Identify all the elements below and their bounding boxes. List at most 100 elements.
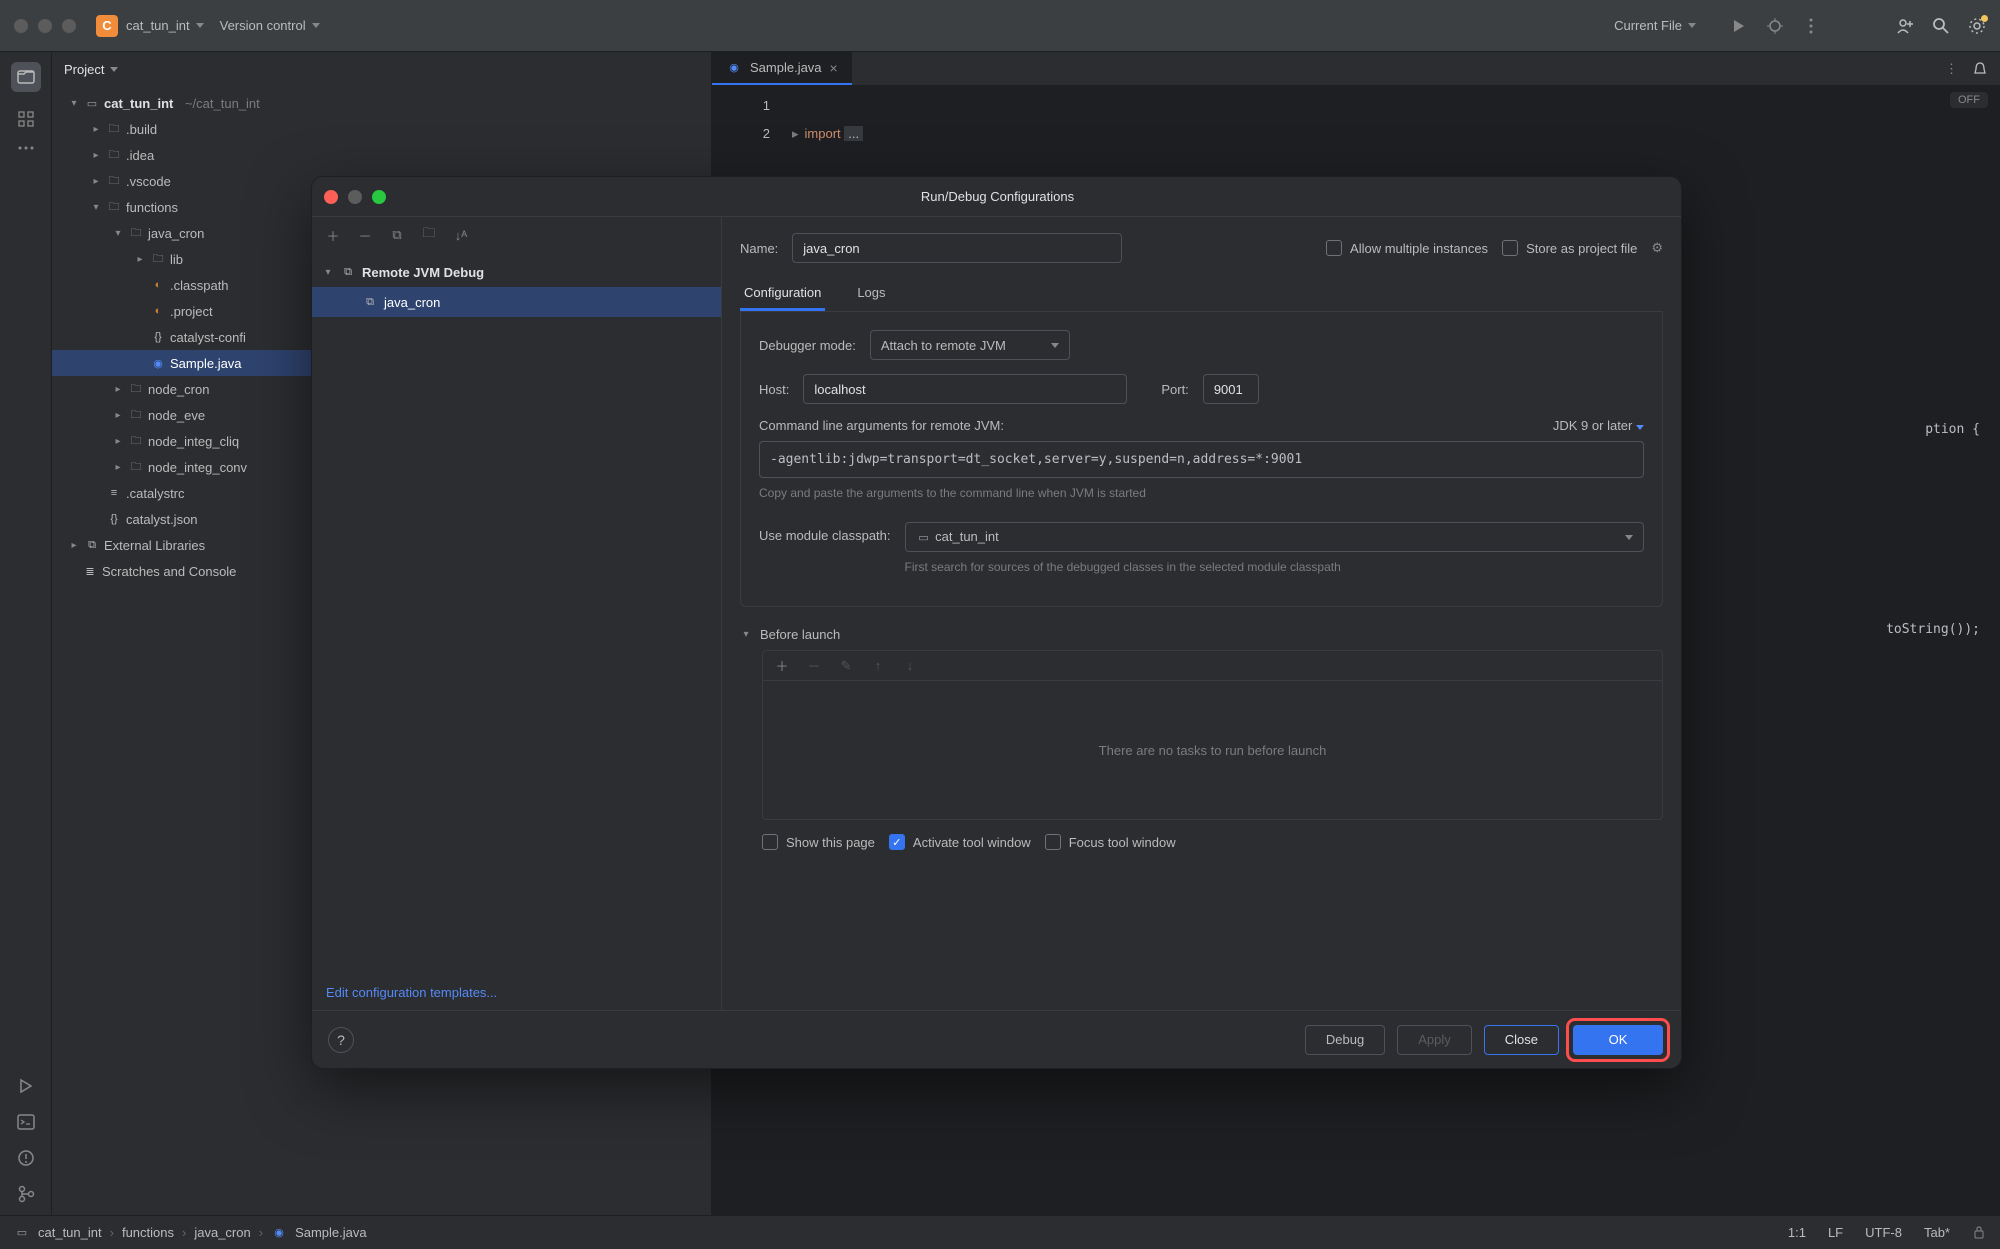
java-class-icon: ◉ bbox=[726, 60, 742, 76]
caret-pos[interactable]: 1:1 bbox=[1788, 1225, 1806, 1240]
before-remove-icon[interactable]: － bbox=[805, 657, 823, 675]
activate-tool-checkbox[interactable]: ✓Activate tool window bbox=[889, 834, 1031, 850]
before-add-icon[interactable]: ＋ bbox=[773, 657, 791, 675]
project-tool-icon[interactable] bbox=[11, 62, 41, 92]
editor-tabs: ◉ Sample.java × ⋮ bbox=[712, 52, 2000, 86]
dialog-sidebar: ＋ － ⧉ 🗀 ↓ᴬ ▾⧉Remote JVM Debug ⧉java_cron… bbox=[312, 217, 722, 1010]
config-group[interactable]: ▾⧉Remote JVM Debug bbox=[312, 257, 721, 287]
run-debug-dialog: Run/Debug Configurations ＋ － ⧉ 🗀 ↓ᴬ ▾⧉Re… bbox=[311, 176, 1682, 1069]
inspections-off[interactable]: OFF bbox=[1950, 92, 1988, 108]
cmd-textarea[interactable]: -agentlib:jdwp=transport=dt_socket,serve… bbox=[759, 441, 1644, 478]
zoom-window-dot[interactable] bbox=[62, 19, 76, 33]
terminal-tool-icon[interactable] bbox=[17, 1113, 35, 1131]
port-input[interactable] bbox=[1203, 374, 1259, 404]
classpath-select[interactable]: ▭ cat_tun_int bbox=[905, 522, 1644, 552]
current-file-label: Current File bbox=[1614, 18, 1682, 33]
config-item-java-cron[interactable]: ⧉java_cron bbox=[312, 287, 721, 317]
more-tool-icon[interactable] bbox=[17, 146, 35, 150]
jdk-link[interactable]: JDK 9 or later bbox=[1553, 418, 1644, 433]
vcs-label: Version control bbox=[220, 18, 306, 33]
copy-config-icon[interactable]: ⧉ bbox=[388, 226, 406, 244]
project-badge: C bbox=[96, 15, 118, 37]
debugger-mode-select[interactable]: Attach to remote JVM bbox=[870, 330, 1070, 360]
notifications-icon[interactable] bbox=[1972, 61, 1988, 77]
left-gutter bbox=[0, 52, 52, 1215]
dialog-close-dot[interactable] bbox=[324, 190, 338, 204]
statusbar: ▭cat_tun_int› functions› java_cron› ◉Sam… bbox=[0, 1215, 2000, 1249]
dialog-titlebar: Run/Debug Configurations bbox=[312, 177, 1681, 217]
chevron-down-icon bbox=[1688, 23, 1696, 28]
host-input[interactable] bbox=[803, 374, 1127, 404]
allow-multi-checkbox[interactable]: Allow multiple instances bbox=[1326, 240, 1488, 256]
tab-configuration[interactable]: Configuration bbox=[740, 277, 825, 311]
line-ending[interactable]: LF bbox=[1828, 1225, 1843, 1240]
dialog-title: Run/Debug Configurations bbox=[386, 189, 1609, 204]
tab-logs[interactable]: Logs bbox=[853, 277, 889, 311]
minimize-window-dot[interactable] bbox=[38, 19, 52, 33]
structure-tool-icon[interactable] bbox=[17, 110, 35, 128]
project-name: cat_tun_int bbox=[126, 18, 190, 33]
run-config-dropdown[interactable]: Current File bbox=[1614, 18, 1696, 33]
tree-root-path: ~/cat_tun_int bbox=[185, 96, 260, 111]
readonly-icon[interactable] bbox=[1972, 1225, 1986, 1240]
ok-button[interactable]: OK bbox=[1573, 1025, 1663, 1055]
more-icon[interactable] bbox=[1802, 17, 1820, 35]
titlebar: C cat_tun_int Version control Current Fi… bbox=[0, 0, 2000, 52]
sidebar-title: Project bbox=[64, 62, 104, 77]
cmd-hint: Copy and paste the arguments to the comm… bbox=[759, 486, 1644, 500]
close-button[interactable]: Close bbox=[1484, 1025, 1559, 1055]
breadcrumb[interactable]: ▭cat_tun_int› functions› java_cron› ◉Sam… bbox=[14, 1225, 367, 1241]
indent[interactable]: Tab* bbox=[1924, 1225, 1950, 1240]
close-tab-icon[interactable]: × bbox=[830, 60, 838, 76]
settings-icon[interactable] bbox=[1968, 17, 1986, 35]
debugger-mode-label: Debugger mode: bbox=[759, 338, 856, 353]
dialog-zoom-dot[interactable] bbox=[372, 190, 386, 204]
help-button[interactable]: ? bbox=[328, 1027, 354, 1053]
sort-config-icon[interactable]: ↓ᴬ bbox=[452, 226, 470, 244]
chevron-down-icon bbox=[312, 23, 320, 28]
encoding[interactable]: UTF-8 bbox=[1865, 1225, 1902, 1240]
add-config-icon[interactable]: ＋ bbox=[324, 226, 342, 244]
tree-root[interactable]: ▾▭cat_tun_int ~/cat_tun_int bbox=[52, 90, 711, 116]
services-tool-icon[interactable] bbox=[17, 1077, 35, 1095]
collaborate-icon[interactable] bbox=[1896, 17, 1914, 35]
debug-button[interactable]: Debug bbox=[1305, 1025, 1385, 1055]
vcs-dropdown[interactable]: Version control bbox=[220, 18, 320, 33]
before-down-icon[interactable]: ↓ bbox=[901, 657, 919, 675]
close-window-dot[interactable] bbox=[14, 19, 28, 33]
problems-tool-icon[interactable] bbox=[17, 1149, 35, 1167]
vcs-tool-icon[interactable] bbox=[17, 1185, 35, 1203]
show-page-checkbox[interactable]: Show this page bbox=[762, 834, 875, 850]
cmd-label: Command line arguments for remote JVM: bbox=[759, 418, 1004, 433]
tab-more-icon[interactable]: ⋮ bbox=[1945, 61, 1958, 77]
before-edit-icon[interactable]: ✎ bbox=[837, 657, 855, 675]
before-up-icon[interactable]: ↑ bbox=[869, 657, 887, 675]
tree-root-name: cat_tun_int bbox=[104, 96, 173, 111]
classpath-label: Use module classpath: bbox=[759, 522, 891, 543]
run-icon[interactable] bbox=[1730, 17, 1748, 35]
port-label: Port: bbox=[1161, 382, 1188, 397]
apply-button[interactable]: Apply bbox=[1397, 1025, 1472, 1055]
before-launch-section[interactable]: ▾Before launch bbox=[740, 627, 1663, 642]
before-empty-text: There are no tasks to run before launch bbox=[763, 681, 1662, 819]
store-file-checkbox[interactable]: Store as project file bbox=[1502, 240, 1637, 256]
gear-icon[interactable]: ⚙ bbox=[1651, 240, 1663, 256]
project-dropdown[interactable]: cat_tun_int bbox=[126, 18, 204, 33]
tree-folder-build[interactable]: ▸🗀.build bbox=[52, 116, 711, 142]
name-label: Name: bbox=[740, 241, 778, 256]
name-input[interactable] bbox=[792, 233, 1122, 263]
dialog-min-dot[interactable] bbox=[348, 190, 362, 204]
classpath-hint: First search for sources of the debugged… bbox=[905, 560, 1385, 574]
tab-label: Sample.java bbox=[750, 60, 822, 75]
chevron-down-icon bbox=[196, 23, 204, 28]
chevron-down-icon[interactable] bbox=[110, 67, 118, 72]
tab-sample[interactable]: ◉ Sample.java × bbox=[712, 52, 852, 85]
save-config-icon[interactable]: 🗀 bbox=[420, 226, 438, 244]
search-icon[interactable] bbox=[1932, 17, 1950, 35]
host-label: Host: bbox=[759, 382, 789, 397]
remove-config-icon[interactable]: － bbox=[356, 226, 374, 244]
focus-tool-checkbox[interactable]: Focus tool window bbox=[1045, 834, 1176, 850]
tree-folder-idea[interactable]: ▸🗀.idea bbox=[52, 142, 711, 168]
edit-templates-link[interactable]: Edit configuration templates... bbox=[312, 975, 721, 1010]
debug-icon[interactable] bbox=[1766, 17, 1784, 35]
